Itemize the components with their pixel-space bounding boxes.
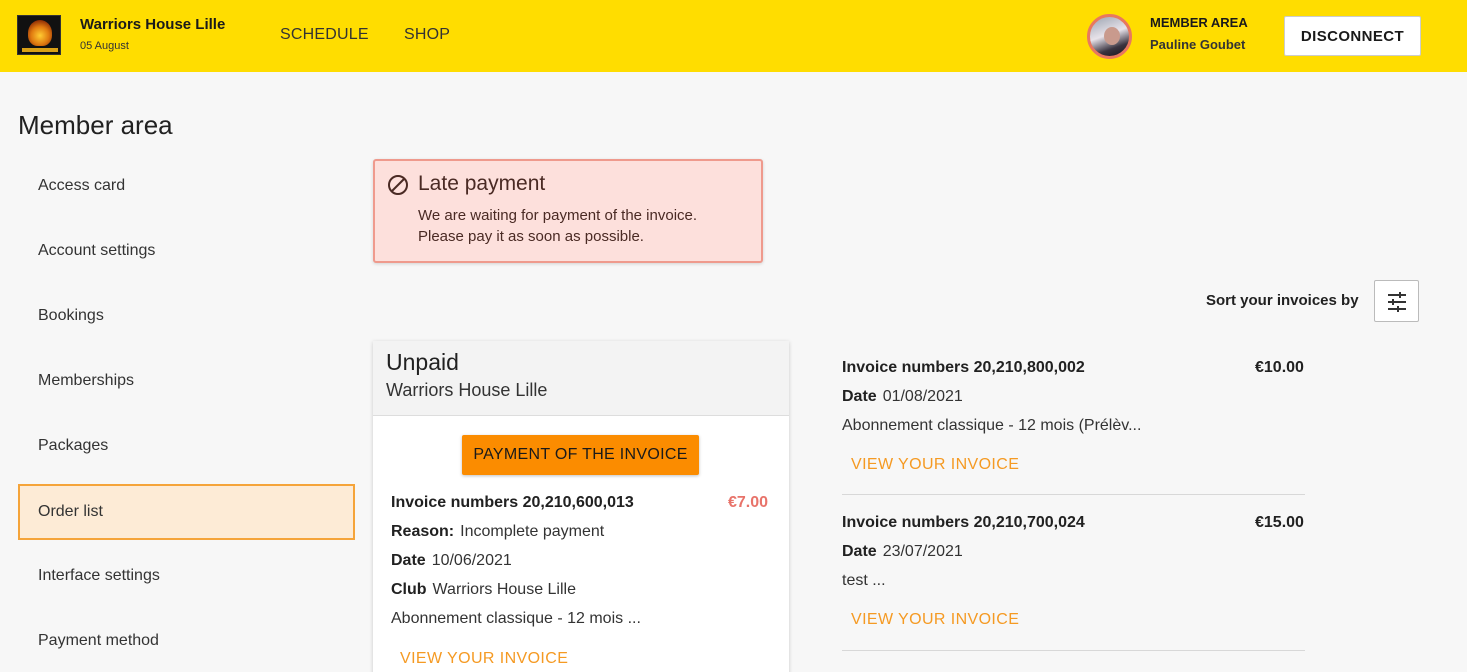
- alert-body: We are waiting for payment of the invoic…: [418, 205, 697, 247]
- reason-value: Incomplete payment: [460, 523, 605, 540]
- sidebar-item-account-settings[interactable]: Account settings: [18, 223, 355, 279]
- sort-label: Sort your invoices by: [1206, 292, 1359, 309]
- unpaid-invoice-card: Unpaid Warriors House Lille PAYMENT OF T…: [373, 341, 789, 672]
- alert-title: Late payment: [418, 172, 546, 195]
- avatar[interactable]: [1087, 14, 1132, 59]
- invoice-1-date-value: 01/08/2021: [882, 388, 963, 405]
- unpaid-invoice-number: Invoice numbers 20,210,600,013: [391, 494, 640, 512]
- invoice-divider: [842, 650, 1305, 651]
- sort-button[interactable]: [1374, 280, 1419, 322]
- alert-line-2: Please pay it as soon as possible.: [418, 228, 644, 245]
- member-area-label: MEMBER AREA: [1150, 15, 1248, 30]
- unpaid-card-header: Unpaid Warriors House Lille: [373, 341, 789, 416]
- unpaid-club-row: Club Warriors House Lille: [391, 581, 576, 599]
- invoice-1-date-row: Date 01/08/2021: [842, 388, 963, 406]
- date-label: Date: [391, 552, 426, 569]
- invoice-1-number-text: Invoice numbers 20,210,800,002: [842, 359, 1085, 376]
- unpaid-title: Unpaid: [386, 349, 459, 375]
- invoice-2-description: test ...: [842, 572, 886, 589]
- unpaid-invoice-number-text: Invoice numbers 20,210,600,013: [391, 494, 634, 511]
- unpaid-club: Warriors House Lille: [386, 380, 548, 400]
- nav-shop-link[interactable]: SHOP: [404, 26, 450, 44]
- avatar-face: [1104, 27, 1120, 45]
- unpaid-amount: €7.00: [728, 494, 769, 511]
- forbidden-icon: [388, 175, 408, 195]
- member-name: Pauline Goubet: [1150, 37, 1246, 52]
- invoice-1-amount: €10.00: [1255, 359, 1304, 376]
- invoice-2-view-link[interactable]: VIEW YOUR INVOICE: [851, 611, 1019, 629]
- invoice-1-date-label: Date: [842, 388, 877, 405]
- invoice-2-amount: €15.00: [1255, 514, 1304, 531]
- page-title: Member area: [18, 110, 173, 140]
- unpaid-reason-row: Reason: Incomplete payment: [391, 523, 604, 541]
- invoice-2-number-text: Invoice numbers 20,210,700,024: [842, 514, 1085, 531]
- unpaid-description: Abonnement classique - 12 mois ...: [391, 610, 641, 627]
- invoice-1-description: Abonnement classique - 12 mois (Prélèv..…: [842, 417, 1142, 434]
- date-value: 10/06/2021: [431, 552, 512, 569]
- sidebar-item-bookings[interactable]: Bookings: [18, 288, 355, 344]
- sidebar-item-memberships[interactable]: Memberships: [18, 353, 355, 409]
- disconnect-button[interactable]: DISCONNECT: [1284, 16, 1421, 56]
- top-bar: Warriors House Lille 05 August SCHEDULE …: [0, 0, 1467, 72]
- unpaid-view-invoice-link[interactable]: VIEW YOUR INVOICE: [400, 650, 568, 668]
- invoice-2-number: Invoice numbers 20,210,700,024: [842, 514, 1091, 532]
- reason-label: Reason:: [391, 523, 455, 540]
- unpaid-date-row: Date 10/06/2021: [391, 552, 512, 570]
- club-value: Warriors House Lille: [432, 581, 576, 598]
- pay-invoice-button[interactable]: PAYMENT OF THE INVOICE: [462, 435, 699, 475]
- logo-flame: [28, 20, 52, 46]
- invoice-1-view-link[interactable]: VIEW YOUR INVOICE: [851, 456, 1019, 474]
- sidebar-item-interface-settings[interactable]: Interface settings: [18, 548, 355, 604]
- invoice-divider: [842, 494, 1305, 495]
- alert-line-1: We are waiting for payment of the invoic…: [418, 207, 698, 224]
- invoice-2-date-row: Date 23/07/2021: [842, 543, 963, 561]
- invoice-1-number: Invoice numbers 20,210,800,002: [842, 359, 1091, 377]
- club-name: Warriors House Lille: [80, 16, 226, 33]
- invoice-2-date-value: 23/07/2021: [882, 543, 963, 560]
- nav-schedule-link[interactable]: SCHEDULE: [280, 26, 369, 44]
- header-date: 05 August: [80, 40, 129, 52]
- logo-tag: [22, 48, 58, 52]
- sidebar-item-access-card[interactable]: Access card: [18, 158, 355, 214]
- tune-icon: [1388, 292, 1406, 312]
- late-payment-alert: Late payment We are waiting for payment …: [373, 159, 763, 263]
- club-label: Club: [391, 581, 427, 598]
- invoice-2-date-label: Date: [842, 543, 877, 560]
- sidebar-item-payment-method[interactable]: Payment method: [18, 613, 355, 669]
- sidebar-item-packages[interactable]: Packages: [18, 418, 355, 474]
- club-logo[interactable]: [17, 15, 61, 55]
- sidebar-item-order-list[interactable]: Order list: [18, 484, 355, 540]
